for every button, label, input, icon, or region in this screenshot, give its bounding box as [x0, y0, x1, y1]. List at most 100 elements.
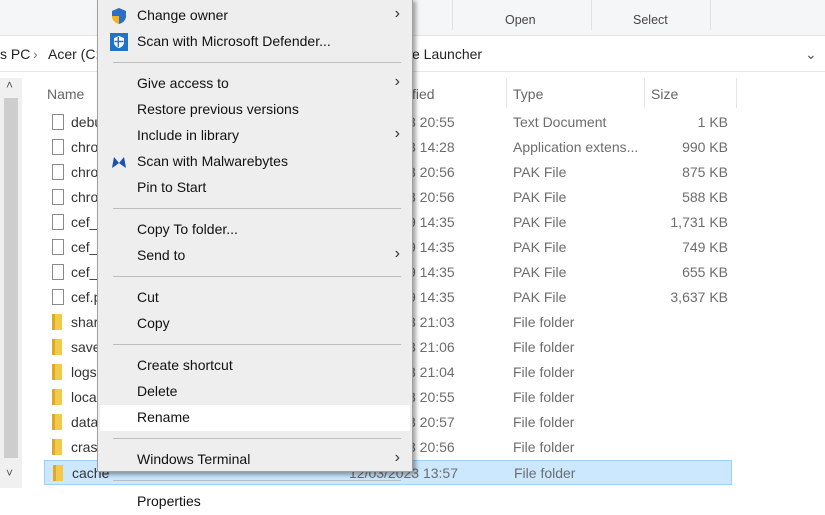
- file-type: PAK File: [513, 239, 567, 255]
- file-name: data: [71, 414, 99, 430]
- column-divider[interactable]: [736, 78, 737, 108]
- ribbon-group-open[interactable]: Open: [505, 13, 536, 27]
- file-date: 3 20:57: [408, 414, 455, 430]
- menu-item-scan-with-malwarebytes[interactable]: Scan with Malwarebytes: [100, 149, 410, 175]
- menu-item-label: Delete: [137, 383, 178, 399]
- menu-separator: [113, 62, 401, 63]
- ribbon-divider: [591, 0, 592, 30]
- scrollbar-thumb[interactable]: [4, 98, 18, 458]
- file-type: File folder: [513, 389, 575, 405]
- file-type: File folder: [513, 314, 575, 330]
- file-date: 9 14:35: [408, 239, 455, 255]
- menu-item-label: Scan with Microsoft Defender...: [137, 33, 331, 49]
- file-type: File folder: [513, 364, 575, 380]
- file-size: 1,731 KB: [670, 214, 728, 230]
- file-type: PAK File: [513, 164, 567, 180]
- menu-separator: [113, 438, 401, 439]
- file-name: cef_: [71, 239, 98, 255]
- malwarebytes-icon: [112, 157, 126, 168]
- menu-item-label: Create shortcut: [137, 357, 233, 373]
- file-type: PAK File: [513, 289, 567, 305]
- menu-item-label: Restore previous versions: [137, 101, 299, 117]
- file-size: 655 KB: [682, 264, 728, 280]
- menu-item-label: Cut: [137, 289, 159, 305]
- file-type: File folder: [513, 439, 575, 455]
- address-dropdown-chevron-icon[interactable]: ⌄: [805, 46, 817, 63]
- file-icon: [52, 264, 64, 280]
- uac-shield-icon: [112, 8, 126, 24]
- file-date: 9 14:35: [408, 214, 455, 230]
- menu-item-label: Properties: [137, 493, 201, 509]
- file-type: Application extens...: [513, 139, 639, 155]
- file-icon: [52, 289, 64, 305]
- column-header-type[interactable]: Type: [513, 86, 543, 102]
- menu-item-windows-terminal[interactable]: Windows Terminal ›: [100, 447, 410, 473]
- column-header-name[interactable]: Name: [47, 86, 84, 102]
- menu-item-copy[interactable]: Copy: [100, 311, 410, 337]
- breadcrumb-this-pc[interactable]: s PC: [0, 46, 30, 62]
- file-date: 9 14:35: [408, 289, 455, 305]
- scroll-down-icon[interactable]: ˅: [6, 466, 13, 480]
- ribbon-divider: [710, 0, 711, 30]
- menu-item-delete[interactable]: Delete: [100, 379, 410, 405]
- menu-item-give-access-to[interactable]: Give access to ›: [100, 71, 410, 97]
- menu-item-restore-previous-versions[interactable]: Restore previous versions: [100, 97, 410, 123]
- file-name: cef_: [71, 264, 98, 280]
- folder-icon: [52, 414, 62, 430]
- menu-item-label: Scan with Malwarebytes: [137, 153, 288, 169]
- menu-item-send-to[interactable]: Send to ›: [100, 243, 410, 269]
- column-header-modified[interactable]: fied: [412, 86, 435, 102]
- file-name: chro: [71, 189, 99, 205]
- file-icon: [52, 189, 64, 205]
- menu-separator: [113, 344, 401, 345]
- file-size: 3,637 KB: [670, 289, 728, 305]
- menu-item-include-in-library[interactable]: Include in library ›: [100, 123, 410, 149]
- menu-item-label: Give access to: [137, 75, 229, 91]
- file-name: chro: [71, 139, 99, 155]
- menu-item-properties[interactable]: Properties: [100, 489, 410, 515]
- file-icon: [52, 239, 64, 255]
- file-icon: [52, 164, 64, 180]
- scrollbar[interactable]: ˄ ˅: [0, 78, 22, 488]
- menu-item-label: Windows Terminal: [137, 451, 251, 467]
- file-date: 3 20:56: [408, 189, 455, 205]
- text-file-icon: [52, 114, 64, 130]
- file-type: File folder: [513, 414, 575, 430]
- submenu-chevron-icon: ›: [394, 5, 400, 22]
- column-divider[interactable]: [506, 78, 507, 108]
- file-date: 3 21:06: [408, 339, 455, 355]
- file-date: 3 14:28: [408, 139, 455, 155]
- file-size: 749 KB: [682, 239, 728, 255]
- menu-item-label: Copy To folder...: [137, 221, 238, 237]
- menu-item-label: Pin to Start: [137, 179, 207, 195]
- menu-item-pin-to-start[interactable]: Pin to Start: [100, 175, 410, 201]
- breadcrumb-chevron-icon: ›: [33, 46, 38, 62]
- column-divider[interactable]: [644, 78, 645, 108]
- menu-item-copy-to-folder[interactable]: Copy To folder...: [100, 217, 410, 243]
- file-name: cef_: [71, 214, 98, 230]
- defender-shield-icon: [110, 33, 128, 51]
- folder-icon: [52, 339, 62, 355]
- folder-icon: [52, 389, 62, 405]
- column-header-size[interactable]: Size: [651, 86, 678, 102]
- menu-item-label: Change owner: [137, 7, 229, 23]
- file-type: File folder: [514, 465, 576, 481]
- menu-item-create-shortcut[interactable]: Create shortcut: [100, 353, 410, 379]
- menu-item-rename[interactable]: Rename: [100, 405, 410, 431]
- menu-item-label: Copy: [137, 315, 170, 331]
- file-date: 3 20:56: [408, 164, 455, 180]
- menu-item-label: Send to: [137, 247, 186, 263]
- file-date: 3 21:03: [408, 314, 455, 330]
- menu-item-label: Include in library: [137, 127, 239, 143]
- menu-separator: [113, 208, 401, 209]
- breadcrumb-current-folder[interactable]: e Launcher: [412, 46, 482, 62]
- menu-item-scan-with-microsoft-defender[interactable]: Scan with Microsoft Defender...: [100, 29, 410, 55]
- file-size: 1 KB: [697, 114, 728, 130]
- menu-item-change-owner[interactable]: Change owner ›: [100, 3, 410, 29]
- menu-item-cut[interactable]: Cut: [100, 285, 410, 311]
- submenu-chevron-icon: ›: [394, 449, 400, 466]
- menu-separator: [113, 480, 401, 481]
- breadcrumb-drive[interactable]: Acer (C:): [48, 46, 104, 62]
- ribbon-group-select[interactable]: Select: [633, 13, 668, 27]
- scroll-up-icon[interactable]: ˄: [6, 78, 13, 92]
